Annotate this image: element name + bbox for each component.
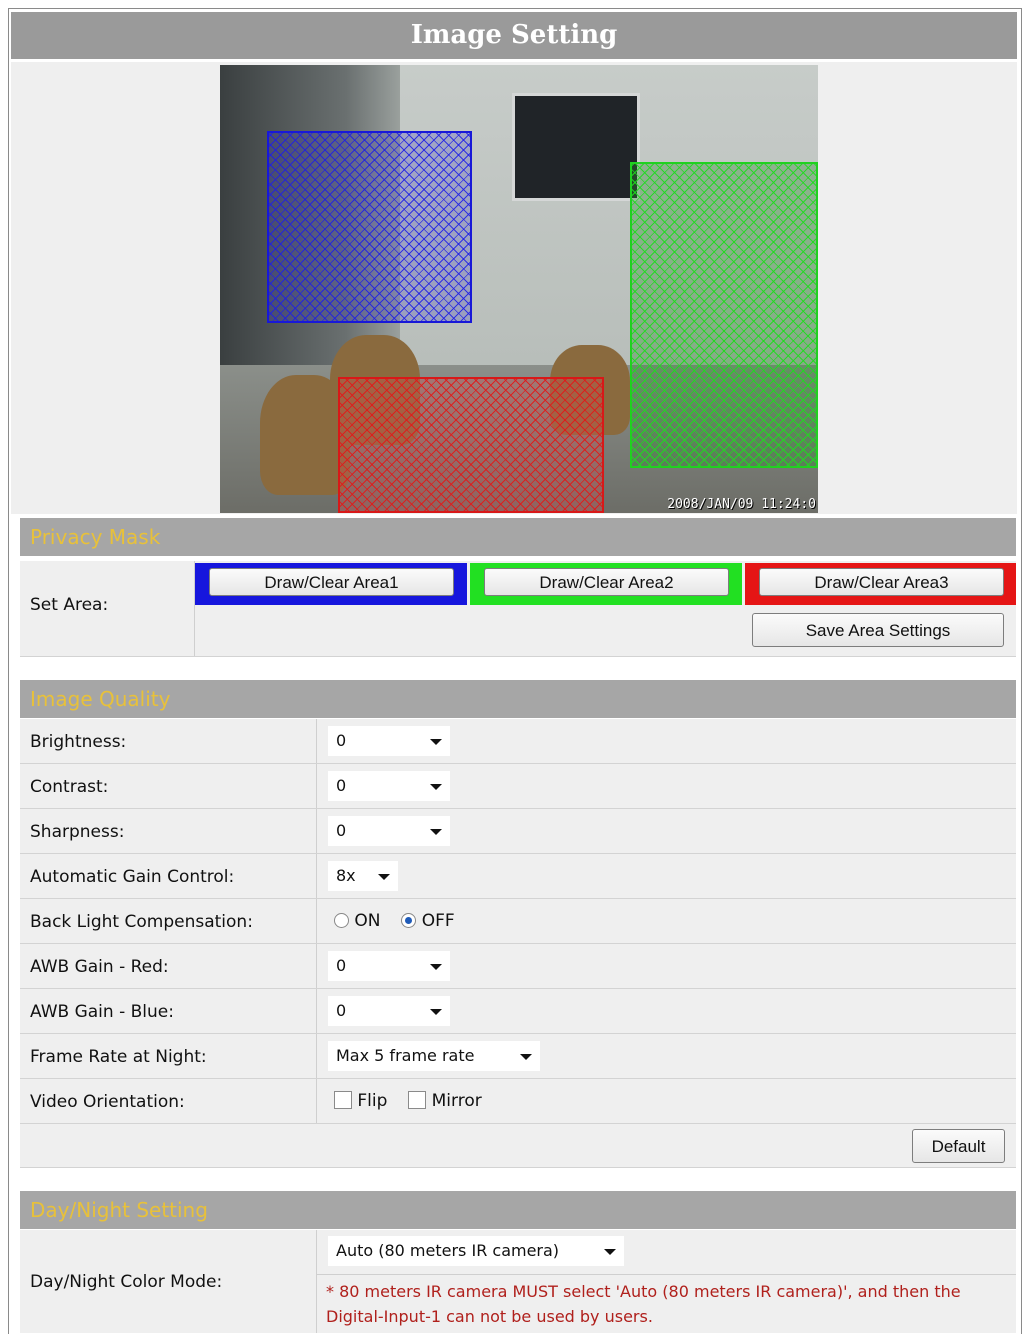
privacy-mask-area1[interactable] bbox=[267, 131, 472, 323]
preview-tv bbox=[512, 93, 640, 201]
value-column-divider bbox=[316, 944, 317, 988]
flip-checkbox[interactable] bbox=[334, 1091, 352, 1109]
day-night-mode-value: Auto (80 meters IR camera) bbox=[336, 1241, 560, 1260]
chevron-down-icon bbox=[378, 874, 390, 880]
day-night-mode-select[interactable]: Auto (80 meters IR camera) bbox=[328, 1236, 624, 1266]
chevron-down-icon bbox=[430, 784, 442, 790]
camera-preview[interactable]: 2008/JAN/09 11:24:0 bbox=[220, 65, 818, 513]
draw-clear-area3-button[interactable]: Draw/Clear Area3 bbox=[759, 568, 1004, 596]
agc-value: 8x bbox=[336, 866, 356, 885]
chevron-down-icon bbox=[520, 1054, 532, 1060]
brightness-value: 0 bbox=[336, 731, 347, 750]
blc-radio-group: ON OFF bbox=[334, 911, 455, 931]
frame-rate-row: Frame Rate at Night: Max 5 frame rate bbox=[20, 1034, 1016, 1079]
brightness-select[interactable]: 0 bbox=[328, 726, 450, 756]
day-night-mode-row: Day/Night Color Mode: Auto (80 meters IR… bbox=[20, 1230, 1016, 1333]
value-column-divider bbox=[316, 809, 317, 853]
orientation-checkboxes: Flip Mirror bbox=[334, 1091, 482, 1111]
image-quality-section-header: Image Quality bbox=[20, 680, 1016, 718]
day-night-section-header: Day/Night Setting bbox=[20, 1191, 1016, 1229]
privacy-mask-area2[interactable] bbox=[630, 162, 818, 468]
value-column-divider bbox=[316, 1034, 317, 1078]
day-night-row-divider bbox=[317, 1274, 1016, 1275]
chevron-down-icon bbox=[430, 829, 442, 835]
sharpness-select[interactable]: 0 bbox=[328, 816, 450, 846]
sharpness-label: Sharpness: bbox=[30, 822, 125, 842]
awb-red-value: 0 bbox=[336, 956, 347, 975]
value-column-divider bbox=[316, 764, 317, 808]
agc-label: Automatic Gain Control: bbox=[30, 867, 235, 887]
frame-rate-label: Frame Rate at Night: bbox=[30, 1047, 207, 1067]
awb-red-select[interactable]: 0 bbox=[328, 951, 450, 981]
awb-blue-label: AWB Gain - Blue: bbox=[30, 1002, 174, 1022]
privacy-mask-section-header: Privacy Mask bbox=[20, 518, 1016, 556]
orientation-label: Video Orientation: bbox=[30, 1092, 185, 1112]
page-title: Image Setting bbox=[11, 12, 1017, 59]
awb-blue-select[interactable]: 0 bbox=[328, 996, 450, 1026]
default-row: Default bbox=[20, 1124, 1016, 1168]
frame-rate-select[interactable]: Max 5 frame rate bbox=[328, 1041, 540, 1071]
preview-timestamp: 2008/JAN/09 11:24:0 bbox=[667, 497, 816, 512]
save-area-settings-button[interactable]: Save Area Settings bbox=[752, 613, 1004, 647]
awb-red-row: AWB Gain - Red: 0 bbox=[20, 944, 1016, 989]
orientation-row: Video Orientation: Flip Mirror bbox=[20, 1079, 1016, 1124]
contrast-label: Contrast: bbox=[30, 777, 109, 797]
chevron-down-icon bbox=[604, 1249, 616, 1255]
contrast-select[interactable]: 0 bbox=[328, 771, 450, 801]
preview-chair bbox=[260, 375, 350, 495]
chevron-down-icon bbox=[430, 739, 442, 745]
set-area-label: Set Area: bbox=[30, 595, 109, 615]
blc-off-label: OFF bbox=[421, 911, 455, 931]
blc-on-radio[interactable] bbox=[334, 913, 349, 928]
value-column-divider bbox=[316, 899, 317, 943]
brightness-row: Brightness: 0 bbox=[20, 719, 1016, 764]
value-column-divider bbox=[316, 719, 317, 763]
agc-row: Automatic Gain Control: 8x bbox=[20, 854, 1016, 899]
awb-blue-row: AWB Gain - Blue: 0 bbox=[20, 989, 1016, 1034]
frame-rate-value: Max 5 frame rate bbox=[336, 1046, 475, 1065]
awb-red-label: AWB Gain - Red: bbox=[30, 957, 169, 977]
blc-row: Back Light Compensation: ON OFF bbox=[20, 899, 1016, 944]
value-column-divider bbox=[316, 1230, 317, 1333]
awb-blue-value: 0 bbox=[336, 1001, 347, 1020]
sharpness-row: Sharpness: 0 bbox=[20, 809, 1016, 854]
value-column-divider bbox=[316, 1079, 317, 1123]
brightness-label: Brightness: bbox=[30, 732, 127, 752]
value-column-divider bbox=[316, 854, 317, 898]
draw-clear-area2-button[interactable]: Draw/Clear Area2 bbox=[484, 568, 729, 596]
privacy-mask-area3[interactable] bbox=[338, 377, 604, 513]
blc-label: Back Light Compensation: bbox=[30, 912, 253, 932]
chevron-down-icon bbox=[430, 1009, 442, 1015]
value-column-divider bbox=[316, 989, 317, 1033]
contrast-row: Contrast: 0 bbox=[20, 764, 1016, 809]
blc-off-radio[interactable] bbox=[401, 913, 417, 928]
chevron-down-icon bbox=[430, 964, 442, 970]
blc-on-label: ON bbox=[354, 911, 381, 931]
ir-camera-note: * 80 meters IR camera MUST select 'Auto … bbox=[326, 1282, 961, 1326]
draw-clear-area1-button[interactable]: Draw/Clear Area1 bbox=[209, 568, 454, 596]
default-button[interactable]: Default bbox=[912, 1129, 1005, 1163]
contrast-value: 0 bbox=[336, 776, 347, 795]
agc-select[interactable]: 8x bbox=[328, 861, 398, 891]
sharpness-value: 0 bbox=[336, 821, 347, 840]
day-night-mode-label: Day/Night Color Mode: bbox=[30, 1272, 223, 1292]
flip-label: Flip bbox=[357, 1091, 388, 1111]
mirror-checkbox[interactable] bbox=[408, 1091, 427, 1109]
set-area-row: Set Area: Draw/Clear Area1 Draw/Clear Ar… bbox=[20, 561, 1016, 657]
mirror-label: Mirror bbox=[431, 1091, 482, 1111]
